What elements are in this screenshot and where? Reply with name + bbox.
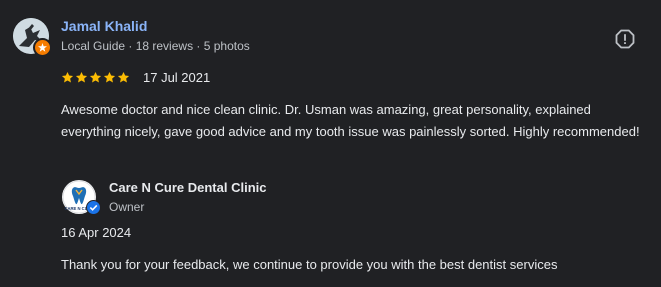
- review-card: Jamal Khalid Local Guide · 18 reviews · …: [0, 0, 661, 287]
- report-button[interactable]: [614, 28, 636, 50]
- reviewer-name[interactable]: Jamal Khalid: [61, 18, 147, 34]
- review-text: Awesome doctor and nice clean clinic. Dr…: [61, 102, 640, 139]
- reviewer-meta: Local Guide · 18 reviews · 5 photos: [61, 39, 250, 53]
- report-icon: [615, 29, 635, 49]
- star-icon: [117, 71, 130, 83]
- verified-icon: [86, 200, 101, 215]
- response-text: Thank you for your feedback, we continue…: [61, 257, 558, 272]
- star-rating: [61, 71, 130, 85]
- star-icon: [103, 71, 116, 83]
- owner-business-name[interactable]: Care N Cure Dental Clinic: [109, 180, 267, 195]
- star-icon: [89, 71, 102, 83]
- response-date: 16 Apr 2024: [61, 225, 132, 240]
- review-date: 17 Jul 2021: [143, 70, 211, 85]
- star-icon: [75, 71, 88, 83]
- owner-role: Owner: [109, 200, 145, 214]
- reviewer-avatar[interactable]: [13, 18, 52, 57]
- local-guide-badge-icon: [33, 38, 52, 57]
- star-icon: [61, 71, 74, 83]
